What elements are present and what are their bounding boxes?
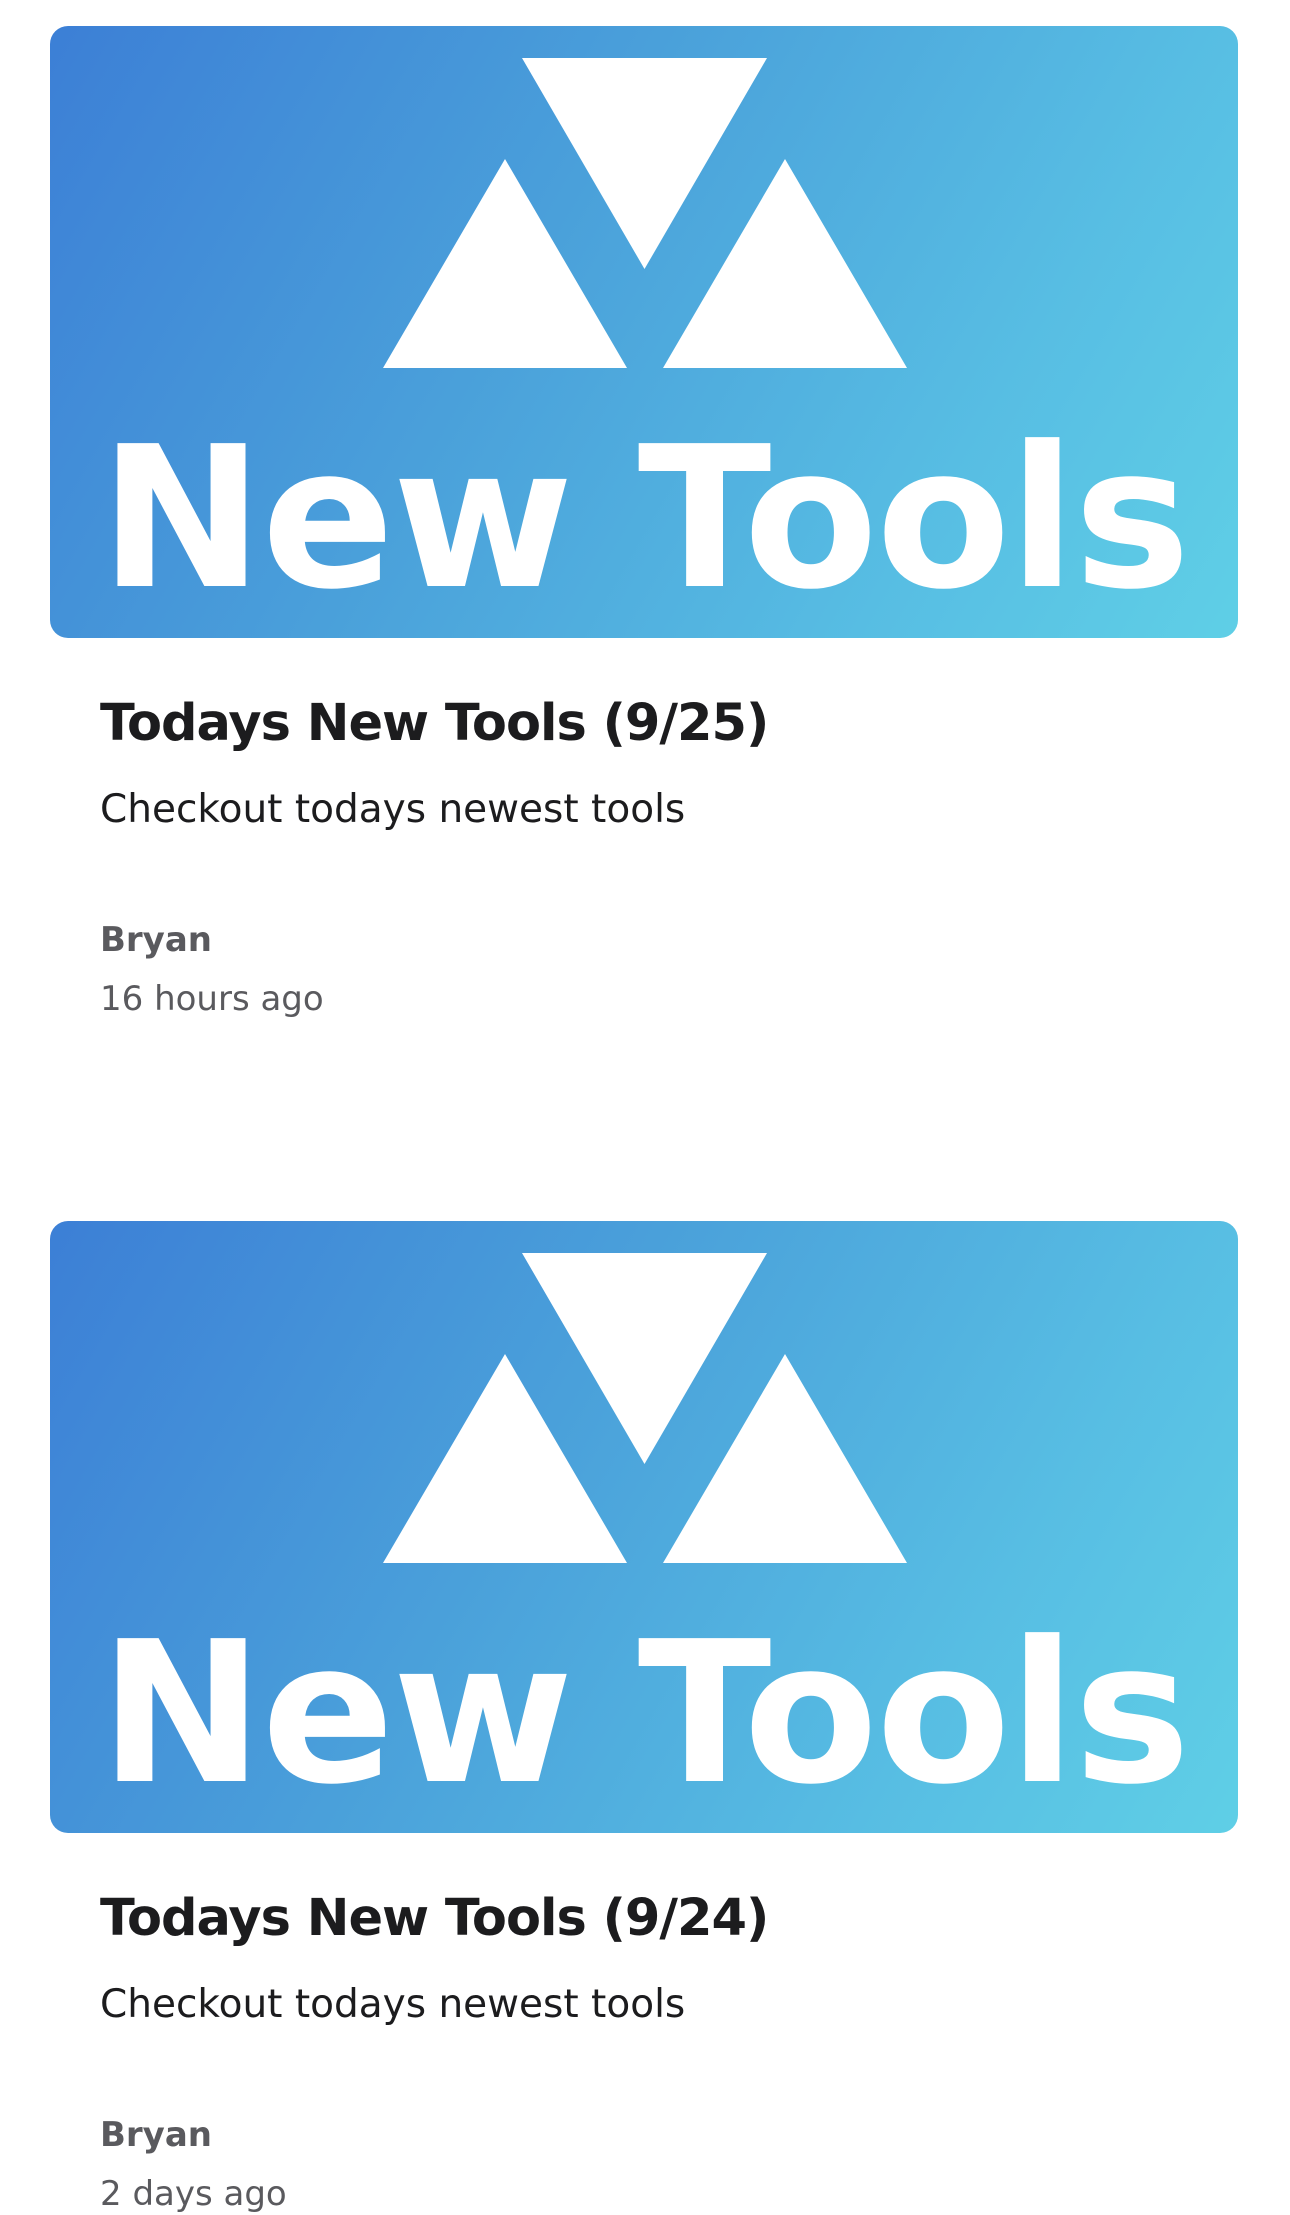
banner-title: New Tools <box>99 1600 1190 1828</box>
post-title[interactable]: Todays New Tools (9/25) <box>100 694 769 754</box>
post-feed: New Tools Todays New Tools (9/25) Checko… <box>0 0 1290 2214</box>
post-author[interactable]: Bryan <box>100 919 212 961</box>
post-author[interactable]: Bryan <box>100 2114 212 2156</box>
post-description: Checkout todays newest tools <box>100 1982 686 2027</box>
post-banner-image[interactable]: New Tools <box>50 26 1238 638</box>
post-timestamp: 2 days ago <box>100 2174 287 2214</box>
post-title[interactable]: Todays New Tools (9/24) <box>100 1889 769 1949</box>
banner-title: New Tools <box>99 405 1190 633</box>
post-banner-image[interactable]: New Tools <box>50 1221 1238 1833</box>
post-timestamp: 16 hours ago <box>100 979 324 1019</box>
post-description: Checkout todays newest tools <box>100 787 686 832</box>
post-card[interactable]: New Tools Todays New Tools (9/24) Checko… <box>0 1221 1290 2214</box>
post-card[interactable]: New Tools Todays New Tools (9/25) Checko… <box>0 26 1290 1019</box>
